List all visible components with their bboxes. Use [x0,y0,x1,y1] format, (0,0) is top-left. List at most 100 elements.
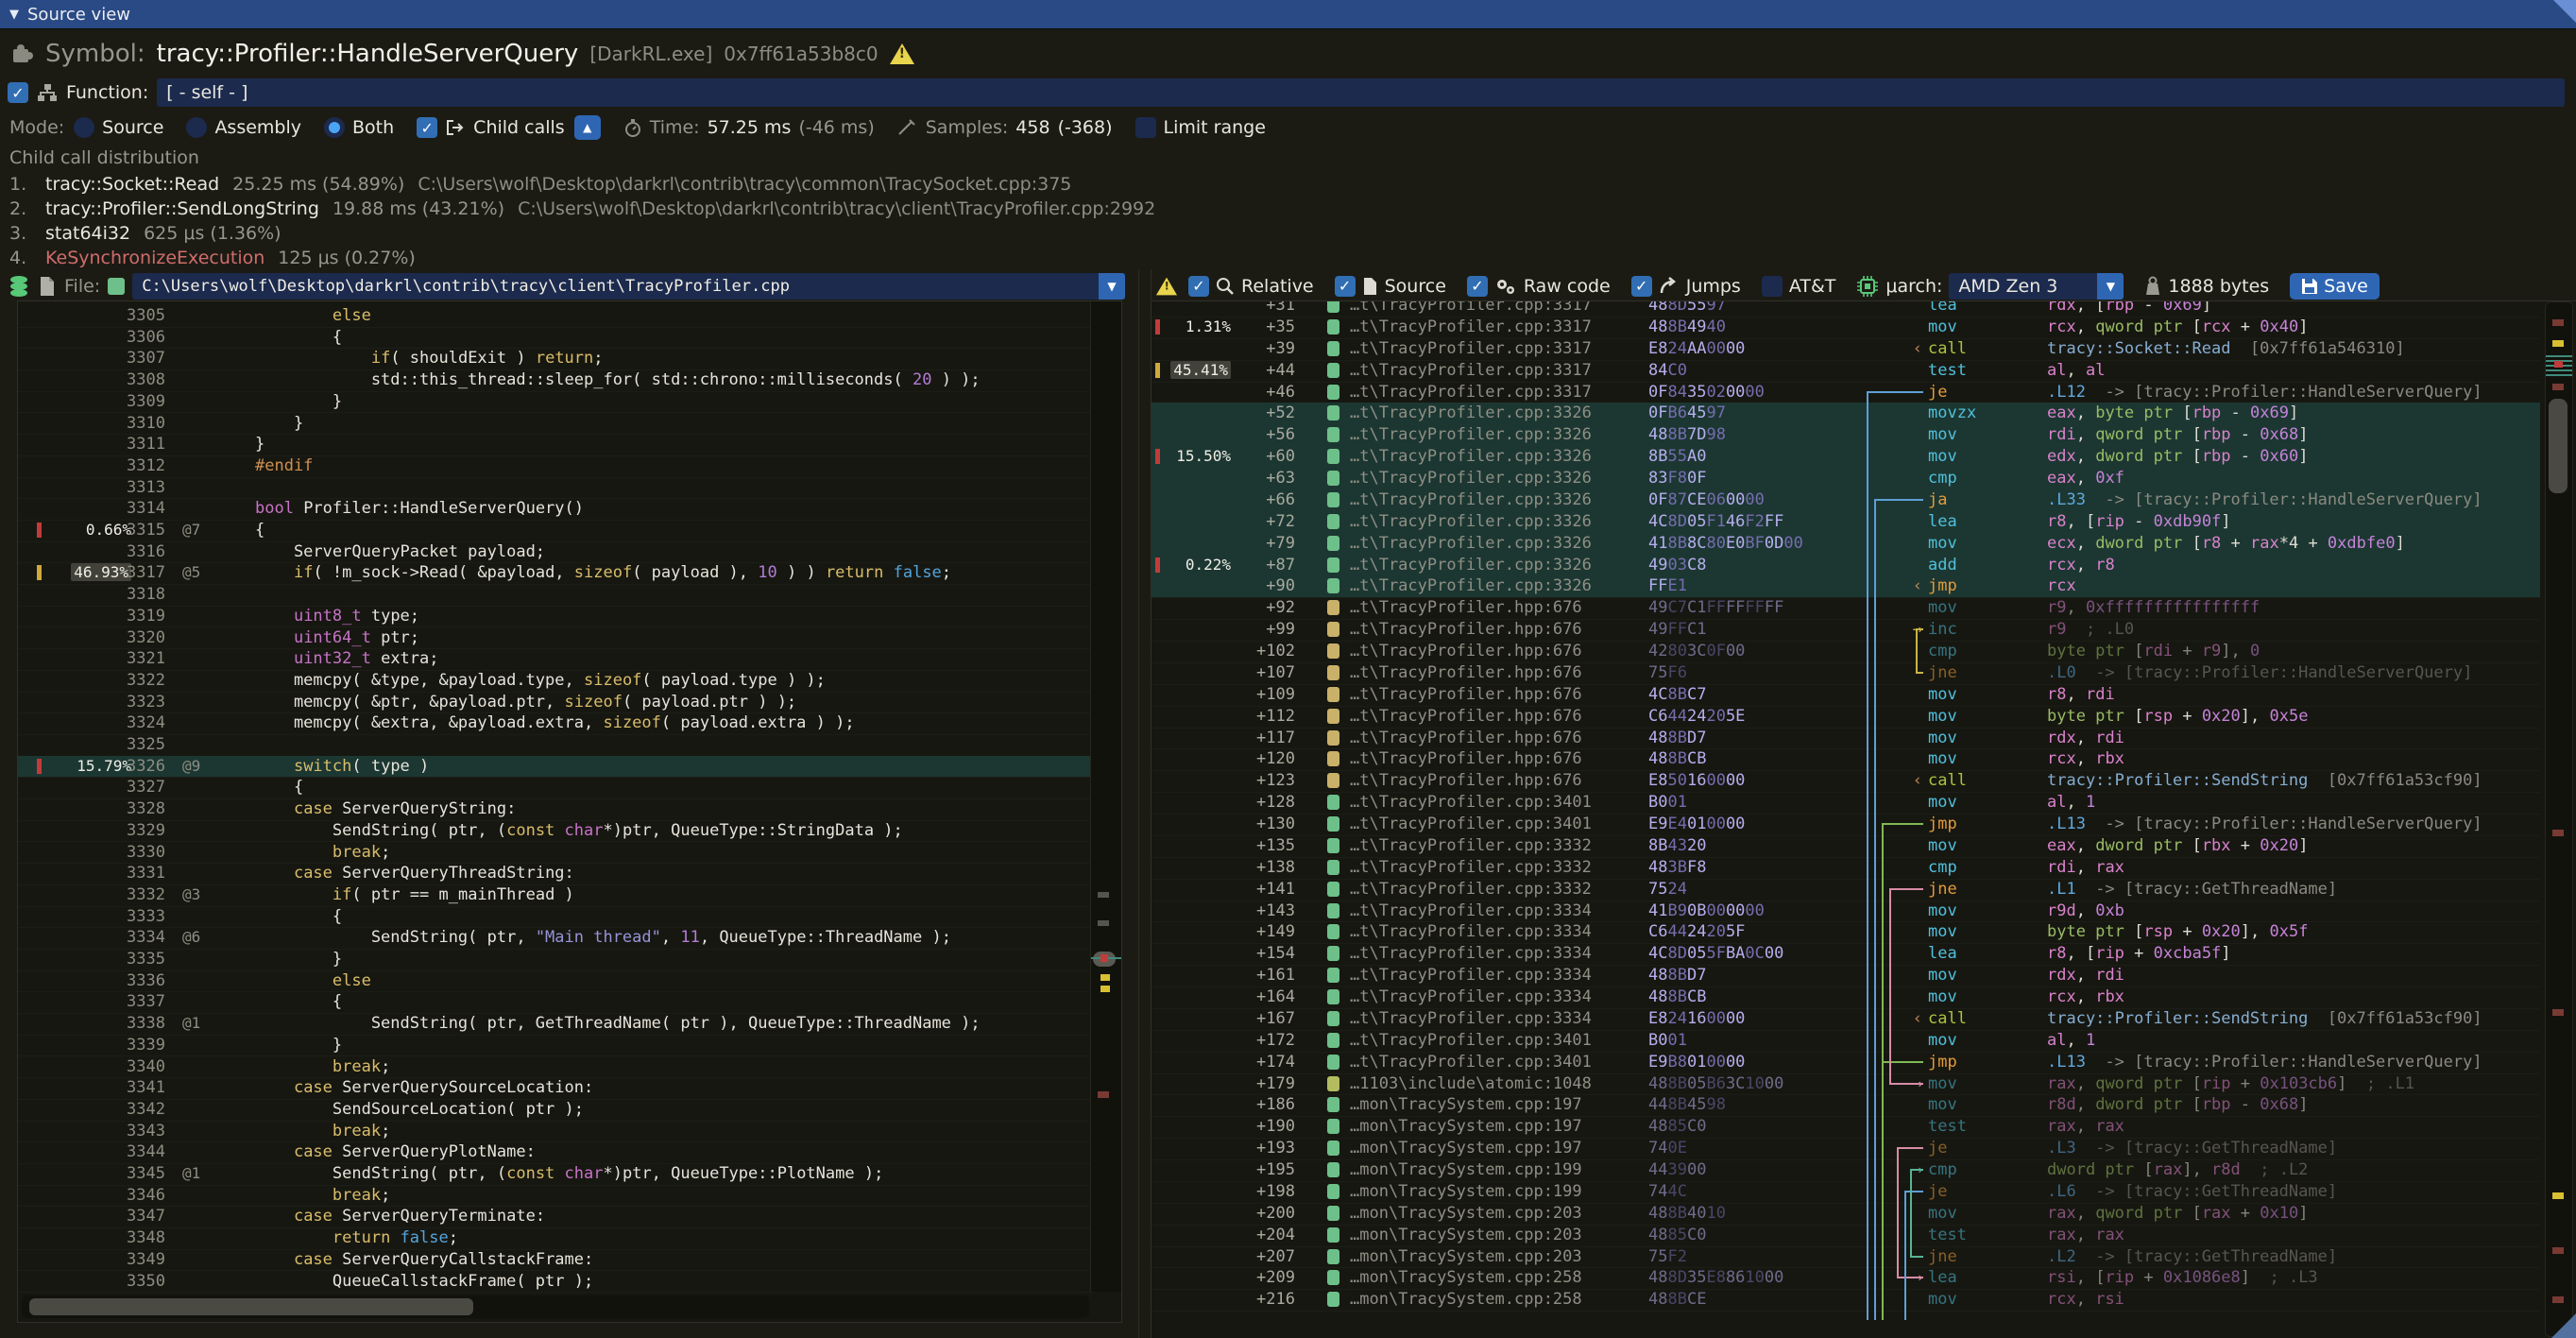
source-line[interactable]: 3324 memcpy( &extra, &payload.extra, siz… [18,712,1095,735]
child-call-entry[interactable]: 4.KeSynchronizeExecution125 μs (0.27%) [9,248,2576,268]
asm-scroll-thumb[interactable] [2549,399,2567,493]
child-call-entry[interactable]: 1.tracy::Socket::Read25.25 ms (54.89%)C:… [9,174,2576,198]
source-line[interactable]: 3342 SendSourceLocation( ptr ); [18,1099,1095,1122]
asm-row[interactable]: +167…t\TracyProfiler.cpp:3334E824160000‹… [1152,1008,2540,1031]
asm-row[interactable]: +164…t\TracyProfiler.cpp:3334488BCBmovrc… [1152,986,2540,1009]
source-line[interactable]: 3335 } [18,949,1095,971]
source-hscroll-thumb[interactable] [29,1298,473,1315]
asm-row[interactable]: +123…t\TracyProfiler.hpp:676E850160000‹c… [1152,770,2540,793]
source-line[interactable]: 3330 break; [18,842,1095,865]
asm-row[interactable]: +204…mon\TracySystem.cpp:2034885C0testra… [1152,1225,2540,1247]
source-line[interactable]: 3319 uint8_t type; [18,606,1095,628]
jumps-checkbox[interactable]: Jumps [1631,276,1741,297]
source-line[interactable]: 3331 case ServerQueryThreadString: [18,863,1095,885]
radio-assembly[interactable]: Assembly [186,117,301,138]
source-line[interactable]: 15.79%3326@9 switch( type ) [18,756,1095,779]
source-horizontal-scrollbar[interactable] [22,1295,1089,1318]
source-line[interactable]: 3346 break; [18,1185,1095,1208]
asm-row[interactable]: +179…1103\include\atomic:1048488B05B63C1… [1152,1073,2540,1096]
child-calls-checkbox[interactable]: Child calls ▲ [417,115,601,140]
source-line[interactable]: 3306 { [18,327,1095,350]
asm-row[interactable]: +154…t\TracyProfiler.cpp:33344C8D055FBA0… [1152,943,2540,966]
source-line[interactable]: 3309 } [18,391,1095,414]
raw-code-checkbox[interactable]: Raw code [1467,276,1611,297]
asm-row[interactable]: +56…t\TracyProfiler.cpp:3326488B7D98movr… [1152,424,2540,447]
asm-row[interactable]: +92…t\TracyProfiler.hpp:67649C7C1FFFFFFF… [1152,597,2540,620]
source-line[interactable]: 3334@6 SendString( ptr, "Main thread", 1… [18,927,1095,950]
asm-row[interactable]: +186…mon\TracySystem.cpp:197448B4598movr… [1152,1094,2540,1117]
asm-row[interactable]: +102…t\TracyProfiler.hpp:67642803C0F00cm… [1152,641,2540,663]
source-line[interactable]: 3320 uint64_t ptr; [18,627,1095,650]
function-checkbox[interactable] [8,82,28,103]
asm-row[interactable]: +138…t\TracyProfiler.cpp:3332483BF8cmprd… [1152,857,2540,880]
chevron-down-icon[interactable]: ▼ [1099,273,1125,300]
source-line[interactable]: 3313 [18,477,1095,500]
limit-range-checkbox[interactable]: Limit range [1135,117,1266,138]
source-line[interactable]: 3333 { [18,906,1095,929]
asm-row[interactable]: +161…t\TracyProfiler.cpp:3334488BD7movrd… [1152,965,2540,987]
asm-row[interactable]: 1.31%+35…t\TracyProfiler.cpp:3317488B494… [1152,317,2540,339]
title-bar[interactable]: ▼ Source view [0,0,2576,29]
asm-row[interactable]: +63…t\TracyProfiler.cpp:332683F80Fcmpeax… [1152,468,2540,490]
source-line[interactable]: 3323 memcpy( &ptr, &payload.ptr, sizeof(… [18,692,1095,714]
source-vertical-scrollbar[interactable] [1090,301,1121,1292]
asm-vertical-scrollbar[interactable] [2545,301,2573,1337]
source-line[interactable]: 3332@3 if( ptr == m_mainThread ) [18,884,1095,907]
asm-row[interactable]: +109…t\TracyProfiler.hpp:6764C8BC7movr8,… [1152,684,2540,707]
source-line[interactable]: 3316 ServerQueryPacket payload; [18,541,1095,564]
collapse-child-calls-button[interactable]: ▲ [574,115,601,140]
source-line[interactable]: 3318 [18,584,1095,607]
function-combo[interactable]: [ - self - ] [157,78,2565,107]
file-combo[interactable]: C:\Users\wolf\Desktop\darkrl\contrib\tra… [132,273,1125,300]
source-checkbox[interactable]: Source [1335,276,1446,297]
resize-grip[interactable] [2551,1313,2576,1338]
source-line[interactable]: 3343 break; [18,1121,1095,1143]
source-line[interactable]: 3341 case ServerQuerySourceLocation: [18,1077,1095,1100]
asm-row[interactable]: +52…t\TracyProfiler.cpp:33260FB64597movz… [1152,403,2540,425]
source-line[interactable]: 3329 SendString( ptr, (const char*)ptr, … [18,820,1095,843]
asm-row[interactable]: +193…mon\TracySystem.cpp:197740Eje.L3 ->… [1152,1138,2540,1160]
source-line[interactable]: 3344 case ServerQueryPlotName: [18,1141,1095,1164]
collapse-icon[interactable]: ▼ [9,8,19,22]
source-line[interactable]: 3336 else [18,970,1095,993]
asm-row[interactable]: 0.22%+87…t\TracyProfiler.cpp:33264903C8a… [1152,555,2540,577]
asm-row[interactable]: +135…t\TracyProfiler.cpp:33328B4320movea… [1152,835,2540,858]
chevron-down-icon[interactable]: ▼ [2097,273,2124,300]
asm-row[interactable]: +174…t\TracyProfiler.cpp:3401E9B8010000j… [1152,1052,2540,1074]
asm-row[interactable]: +112…t\TracyProfiler.hpp:676C64424205Emo… [1152,706,2540,729]
source-line[interactable]: 3337 { [18,991,1095,1014]
source-line[interactable]: 46.93%3317@5 if( !m_sock->Read( &payload… [18,562,1095,585]
asm-row[interactable]: +79…t\TracyProfiler.cpp:3326418B8C80E0BF… [1152,533,2540,556]
radio-source[interactable]: Source [74,117,163,138]
source-line[interactable]: 3328 case ServerQueryString: [18,798,1095,821]
asm-row[interactable]: +149…t\TracyProfiler.cpp:3334C64424205Fm… [1152,921,2540,944]
asm-row[interactable]: +90…t\TracyProfiler.cpp:3326FFE1‹jmprcx [1152,575,2540,598]
radio-both[interactable]: Both [324,117,394,138]
source-line[interactable]: 3348 return false; [18,1227,1095,1250]
source-line[interactable]: 3325 [18,734,1095,757]
source-line[interactable]: 3338@1 SendString( ptr, GetThreadName( p… [18,1013,1095,1036]
source-line[interactable]: 3307 if( shouldExit ) return; [18,348,1095,370]
source-line[interactable]: 3312#endif [18,455,1095,478]
source-line[interactable]: 3327 { [18,777,1095,799]
asm-row[interactable]: +130…t\TracyProfiler.cpp:3401E9E4010000j… [1152,814,2540,836]
source-line[interactable]: 0.66%3315@7{ [18,520,1095,542]
save-button[interactable]: Save [2290,273,2380,300]
asm-row[interactable]: +195…mon\TracySystem.cpp:199443900→cmpdw… [1152,1159,2540,1182]
source-line[interactable]: 3349 case ServerQueryCallstackFrame: [18,1249,1095,1272]
uarch-combo[interactable]: AMD Zen 3 ▼ [1949,273,2124,300]
source-line[interactable]: 3321 uint32_t extra; [18,648,1095,671]
source-line[interactable]: 3322 memcpy( &type, &payload.type, sizeo… [18,670,1095,693]
asm-row[interactable]: +72…t\TracyProfiler.cpp:33264C8D05F146F2… [1152,511,2540,534]
source-line[interactable]: 3308 std::this_thread::sleep_for( std::c… [18,369,1095,392]
asm-row[interactable]: +39…t\TracyProfiler.cpp:3317E824AA0000‹c… [1152,338,2540,361]
asm-row[interactable]: +31…t\TracyProfiler.cpp:3317488D5597lear… [1152,300,2540,317]
child-call-entry[interactable]: 2.tracy::Profiler::SendLongString19.88 m… [9,198,2576,223]
source-line[interactable]: 3311} [18,434,1095,456]
source-line[interactable]: 3350 QueueCallstackFrame( ptr ); [18,1271,1095,1294]
asm-row[interactable]: +172…t\TracyProfiler.cpp:3401B001moval, … [1152,1030,2540,1053]
asm-row[interactable]: +190…mon\TracySystem.cpp:1974885C0testra… [1152,1116,2540,1139]
source-line[interactable]: 3310 } [18,413,1095,436]
source-line[interactable]: 3305 else [18,305,1095,328]
source-line[interactable]: 3340 break; [18,1056,1095,1079]
